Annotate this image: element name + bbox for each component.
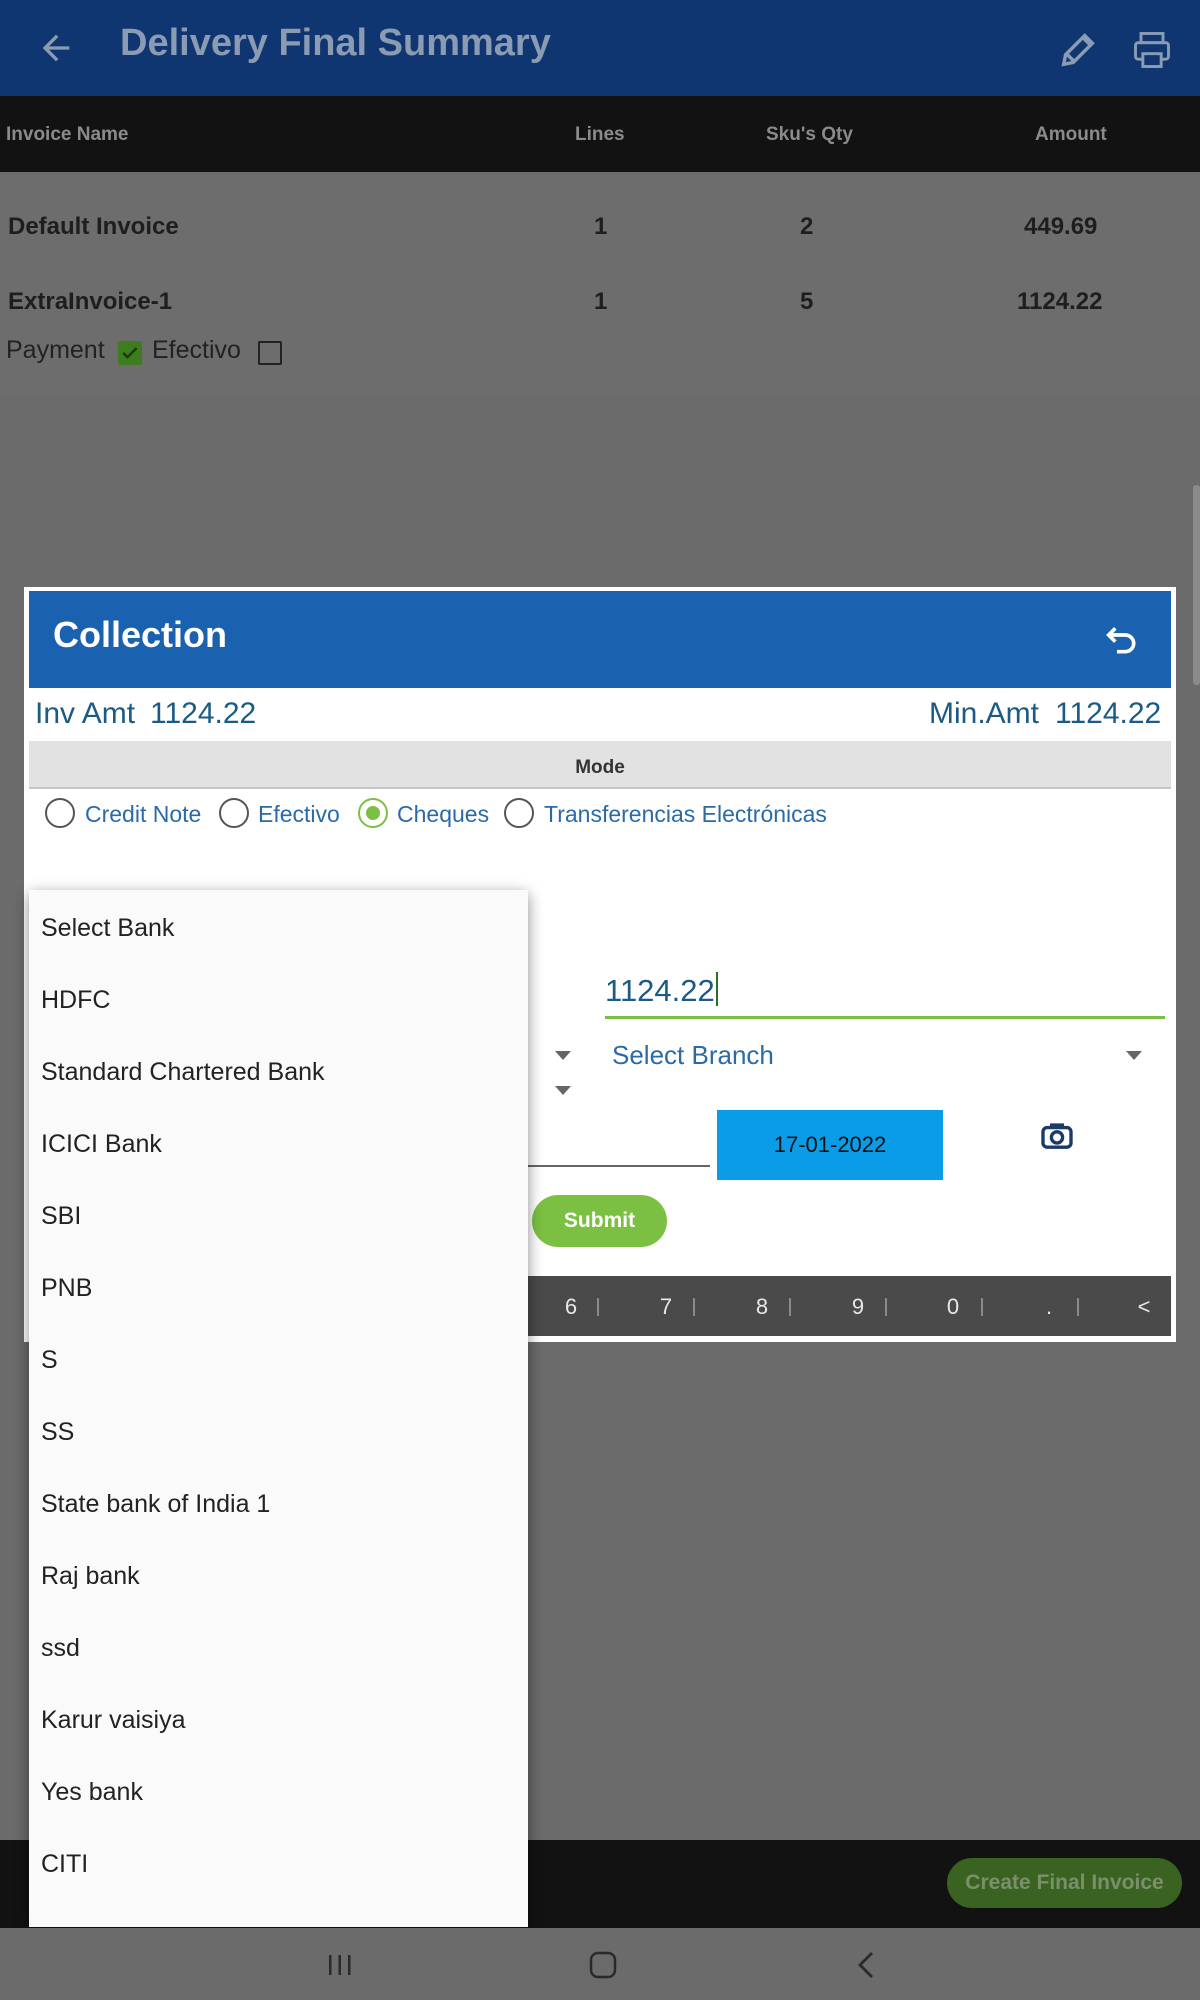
min-amt-value: 1124.22 <box>1055 697 1162 730</box>
key-0[interactable]: 0 <box>933 1294 973 1320</box>
create-final-invoice-button[interactable]: Create Final Invoice <box>947 1858 1182 1908</box>
amount-input[interactable]: 1124.22 <box>605 972 1165 1019</box>
branch-select[interactable]: Select Branch <box>612 1040 774 1071</box>
inv-amt-label: Inv Amt <box>35 697 136 730</box>
date-button[interactable]: 17-01-2022 <box>717 1110 943 1180</box>
efectivo-label: Efectivo <box>152 336 241 364</box>
dropdown-item-karur-vaisiya[interactable]: Karur vaisiya <box>41 1706 186 1735</box>
radio-cheques[interactable] <box>358 798 388 828</box>
key-7[interactable]: 7 <box>646 1294 686 1320</box>
keypad-divider <box>597 1298 599 1316</box>
keypad-divider <box>885 1298 887 1316</box>
col-lines: Lines <box>575 124 625 145</box>
page-title: Delivery Final Summary <box>120 22 551 64</box>
radio-transferencias-label[interactable]: Transferencias Electrónicas <box>544 801 827 828</box>
branch-dropdown-arrow-icon[interactable] <box>1126 1051 1142 1060</box>
table-row[interactable]: Default Invoice 1 2 449.69 <box>0 197 1200 257</box>
invoice-lines: 1 <box>594 213 608 240</box>
radio-cheques-label[interactable]: Cheques <box>397 801 489 828</box>
radio-efectivo-label[interactable]: Efectivo <box>258 801 340 828</box>
keypad-divider <box>789 1298 791 1316</box>
dropdown-item-citi[interactable]: CITI <box>41 1850 88 1879</box>
text-caret <box>715 972 718 1006</box>
payment-label: Payment <box>6 336 105 364</box>
col-invoice-name: Invoice Name <box>6 124 129 145</box>
dropdown-item-s[interactable]: S <box>41 1346 58 1375</box>
system-nav-bar <box>0 1928 1200 2000</box>
invoice-table-header: Invoice Name Lines Sku's Qty Amount <box>0 96 1200 172</box>
mode-label: Mode <box>575 757 625 778</box>
radio-transferencias[interactable] <box>504 798 534 828</box>
invoice-amount: 1124.22 <box>1017 288 1103 315</box>
invoice-qty: 5 <box>800 288 814 315</box>
dropdown-item-yes-bank[interactable]: Yes bank <box>41 1778 143 1807</box>
print-icon[interactable] <box>1130 28 1174 72</box>
dropdown-item-ssd[interactable]: ssd <box>41 1634 80 1663</box>
radio-credit-note[interactable] <box>45 798 75 828</box>
col-skus-qty: Sku's Qty <box>766 124 853 145</box>
dropdown-item-raj-bank[interactable]: Raj bank <box>41 1562 140 1591</box>
invoice-name: ExtraInvoice-1 <box>8 288 173 315</box>
dropdown-item-ss[interactable]: SS <box>41 1418 74 1447</box>
edit-icon[interactable] <box>1056 26 1102 72</box>
undo-icon[interactable] <box>1102 620 1142 660</box>
home-icon[interactable] <box>588 1950 618 1980</box>
key-decimal[interactable]: . <box>1029 1294 1069 1320</box>
cheque-number-input[interactable] <box>528 1165 710 1167</box>
camera-icon[interactable] <box>1040 1122 1074 1150</box>
dropdown-item-select-bank[interactable]: Select Bank <box>41 914 174 943</box>
bank-dropdown-arrow-icon[interactable] <box>555 1051 571 1060</box>
key-backspace[interactable]: < <box>1124 1294 1164 1320</box>
col-amount: Amount <box>1035 124 1107 145</box>
back-arrow-icon[interactable] <box>36 28 76 68</box>
invoice-qty: 2 <box>800 213 814 240</box>
payment-checkbox[interactable] <box>118 341 142 365</box>
dialog-title: Collection <box>53 614 228 655</box>
inv-amt-value: 1124.22 <box>150 697 257 730</box>
radio-efectivo[interactable] <box>219 798 249 828</box>
dropdown-item-standard-chartered[interactable]: Standard Chartered Bank <box>41 1058 325 1087</box>
bank-dropdown-list[interactable]: Select Bank HDFC Standard Chartered Bank… <box>29 890 528 1927</box>
key-8[interactable]: 8 <box>742 1294 782 1320</box>
key-9[interactable]: 9 <box>838 1294 878 1320</box>
efectivo-checkbox[interactable] <box>258 341 282 365</box>
dropdown-item-hdfc[interactable]: HDFC <box>41 986 110 1015</box>
key-6[interactable]: 6 <box>551 1294 591 1320</box>
check-icon <box>122 347 138 359</box>
back-nav-icon[interactable] <box>854 1950 878 1980</box>
dropdown-item-icici[interactable]: ICICI Bank <box>41 1130 162 1159</box>
invoice-name: Default Invoice <box>8 213 179 240</box>
submit-button[interactable]: Submit <box>532 1195 667 1247</box>
recent-apps-icon[interactable] <box>326 1952 354 1978</box>
keypad-divider <box>1077 1298 1079 1316</box>
dropdown-item-state-bank-of-india-1[interactable]: State bank of India 1 <box>41 1490 270 1519</box>
dropdown-item-pnb[interactable]: PNB <box>41 1274 92 1303</box>
min-amt-label: Min.Amt <box>929 697 1040 730</box>
dropdown-item-sbi[interactable]: SBI <box>41 1202 81 1231</box>
keypad-divider <box>981 1298 983 1316</box>
table-row[interactable]: ExtraInvoice-1 1 5 1124.22 <box>0 272 1200 332</box>
keypad-divider <box>693 1298 695 1316</box>
app-bar: Delivery Final Summary <box>0 0 1200 96</box>
radio-credit-note-label[interactable]: Credit Note <box>85 801 201 828</box>
invoice-amount: 449.69 <box>1024 213 1098 240</box>
invoice-lines: 1 <box>594 288 608 315</box>
amount-value: 1124.22 <box>605 973 715 1008</box>
numeric-keypad: 6 7 8 9 0 . < <box>527 1276 1171 1336</box>
mode-bar: Mode <box>29 741 1171 789</box>
scrollbar[interactable] <box>1193 485 1200 685</box>
dropdown-arrow-icon[interactable] <box>555 1086 571 1095</box>
